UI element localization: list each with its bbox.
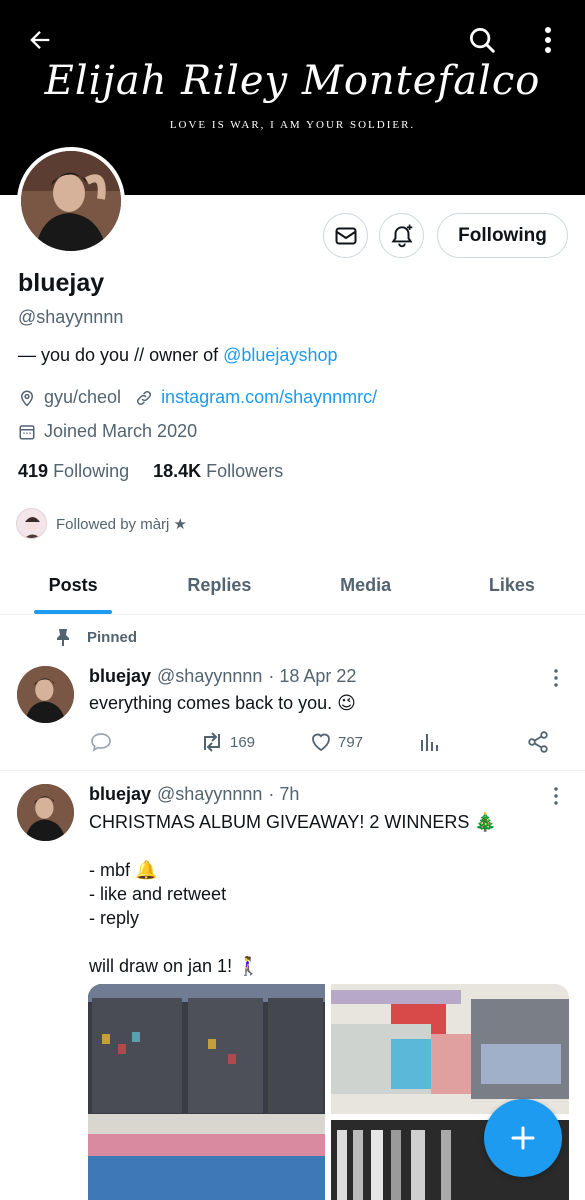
- banner-tagline: LOVE IS WAR, I AM YOUR SOLDIER.: [169, 119, 416, 131]
- arrow-left-icon: [30, 31, 50, 49]
- tweet-divider: [0, 770, 585, 771]
- joined-item: Joined March 2020: [18, 421, 197, 442]
- pinned-indicator: Pinned: [55, 628, 137, 646]
- tweet-time[interactable]: · 18 Apr 22: [268, 666, 356, 687]
- tab-media[interactable]: Media: [293, 556, 439, 614]
- pinned-label: Pinned: [87, 628, 138, 646]
- tab-likes[interactable]: Likes: [439, 556, 585, 614]
- plus-icon: [511, 1126, 535, 1150]
- tweet-author-name[interactable]: bluejay: [89, 784, 151, 805]
- search-icon: [470, 28, 495, 53]
- followed-by[interactable]: Followed by màrj ★: [16, 508, 187, 539]
- share-icon: [528, 731, 548, 753]
- following-count: 419: [18, 461, 49, 481]
- tweet-author-handle: @shayynnnn: [157, 666, 263, 686]
- follower-avatar: [16, 508, 47, 539]
- followers-label: Followers: [206, 461, 284, 481]
- tweet-time[interactable]: · 7h: [268, 784, 299, 805]
- tweet-avatar[interactable]: [17, 784, 74, 841]
- tweet-header: bluejay @shayynnnn · 7h: [89, 784, 299, 805]
- website-item[interactable]: instagram.com/shaynnmrc/: [135, 387, 377, 408]
- reply-icon: [91, 733, 111, 752]
- media-image-albums-1[interactable]: [88, 984, 325, 1200]
- tweet-more-button[interactable]: [546, 666, 566, 690]
- profile-bio: — you do you // owner of @bluejayshop: [18, 345, 337, 366]
- like-button[interactable]: 797: [309, 730, 363, 754]
- retweet-count: 169: [230, 733, 256, 751]
- following-button[interactable]: Following: [437, 213, 568, 258]
- analytics-icon: [421, 734, 438, 751]
- more-vertical-icon: [554, 787, 558, 805]
- tab-replies[interactable]: Replies: [146, 556, 292, 614]
- notifications-button[interactable]: [379, 213, 424, 258]
- followers-count: 18.4K: [153, 461, 202, 481]
- tweet-actions: 169 797: [89, 728, 559, 756]
- profile-handle: @shayynnnn: [18, 307, 124, 327]
- message-button[interactable]: [323, 213, 368, 258]
- heart-icon: [312, 733, 330, 752]
- link-icon: [137, 390, 152, 405]
- bio-mention-link[interactable]: @bluejayshop: [223, 345, 337, 365]
- more-vertical-icon: [554, 669, 558, 687]
- profile-display-name: bluejay: [18, 269, 105, 297]
- follow-counts: 419 Following 18.4K Followers: [18, 461, 283, 482]
- media-image-albums-2[interactable]: [331, 984, 569, 1114]
- bell-plus-icon: [391, 224, 412, 247]
- back-button[interactable]: [20, 20, 60, 60]
- following-label: Following: [53, 461, 130, 481]
- reply-button[interactable]: [89, 730, 113, 754]
- envelope-icon: [335, 227, 356, 244]
- location-item: gyu/cheol: [18, 387, 121, 408]
- avatar-photo: [21, 151, 121, 251]
- compose-tweet-button[interactable]: [484, 1099, 562, 1177]
- following-count-link[interactable]: 419 Following: [18, 461, 129, 482]
- search-button[interactable]: [462, 20, 502, 60]
- analytics-button[interactable]: [419, 731, 439, 753]
- profile-meta-row: gyu/cheol instagram.com/shaynnmrc/: [18, 387, 391, 408]
- bio-text: — you do you // owner of: [18, 345, 224, 365]
- tweet-header: bluejay @shayynnnn · 18 Apr 22: [89, 666, 356, 687]
- pin-icon: [57, 629, 69, 646]
- more-vertical-icon: [545, 27, 551, 53]
- calendar-icon: [19, 424, 35, 439]
- share-button[interactable]: [526, 730, 550, 754]
- tweet-text: everything comes back to you. 😉: [89, 693, 356, 713]
- tab-posts[interactable]: Posts: [0, 556, 146, 614]
- tweet-more-button[interactable]: [546, 784, 566, 808]
- tweet-author-handle: @shayynnnn: [157, 784, 263, 804]
- banner-signature: Elijah Riley Montefalco: [44, 58, 541, 104]
- website-link[interactable]: instagram.com/shaynnmrc/: [161, 387, 377, 408]
- more-options-button[interactable]: [528, 20, 568, 60]
- profile-tabs: Posts Replies Media Likes: [0, 556, 585, 615]
- tweet-author-name[interactable]: bluejay: [89, 666, 151, 687]
- joined-text: Joined March 2020: [44, 421, 198, 441]
- location-text: gyu/cheol: [44, 387, 122, 407]
- tweet-avatar[interactable]: [17, 666, 74, 723]
- followed-by-text: Followed by màrj ★: [56, 515, 187, 533]
- location-pin-icon: [20, 390, 34, 407]
- joined-row: Joined March 2020: [18, 421, 211, 442]
- tweet-text: CHRISTMAS ALBUM GIVEAWAY! 2 WINNERS 🎄 - …: [89, 812, 497, 976]
- like-count: 797: [338, 733, 364, 751]
- retweet-button[interactable]: 169: [199, 730, 255, 754]
- profile-avatar[interactable]: [17, 147, 125, 255]
- retweet-icon: [204, 732, 220, 752]
- followers-count-link[interactable]: 18.4K Followers: [153, 461, 283, 482]
